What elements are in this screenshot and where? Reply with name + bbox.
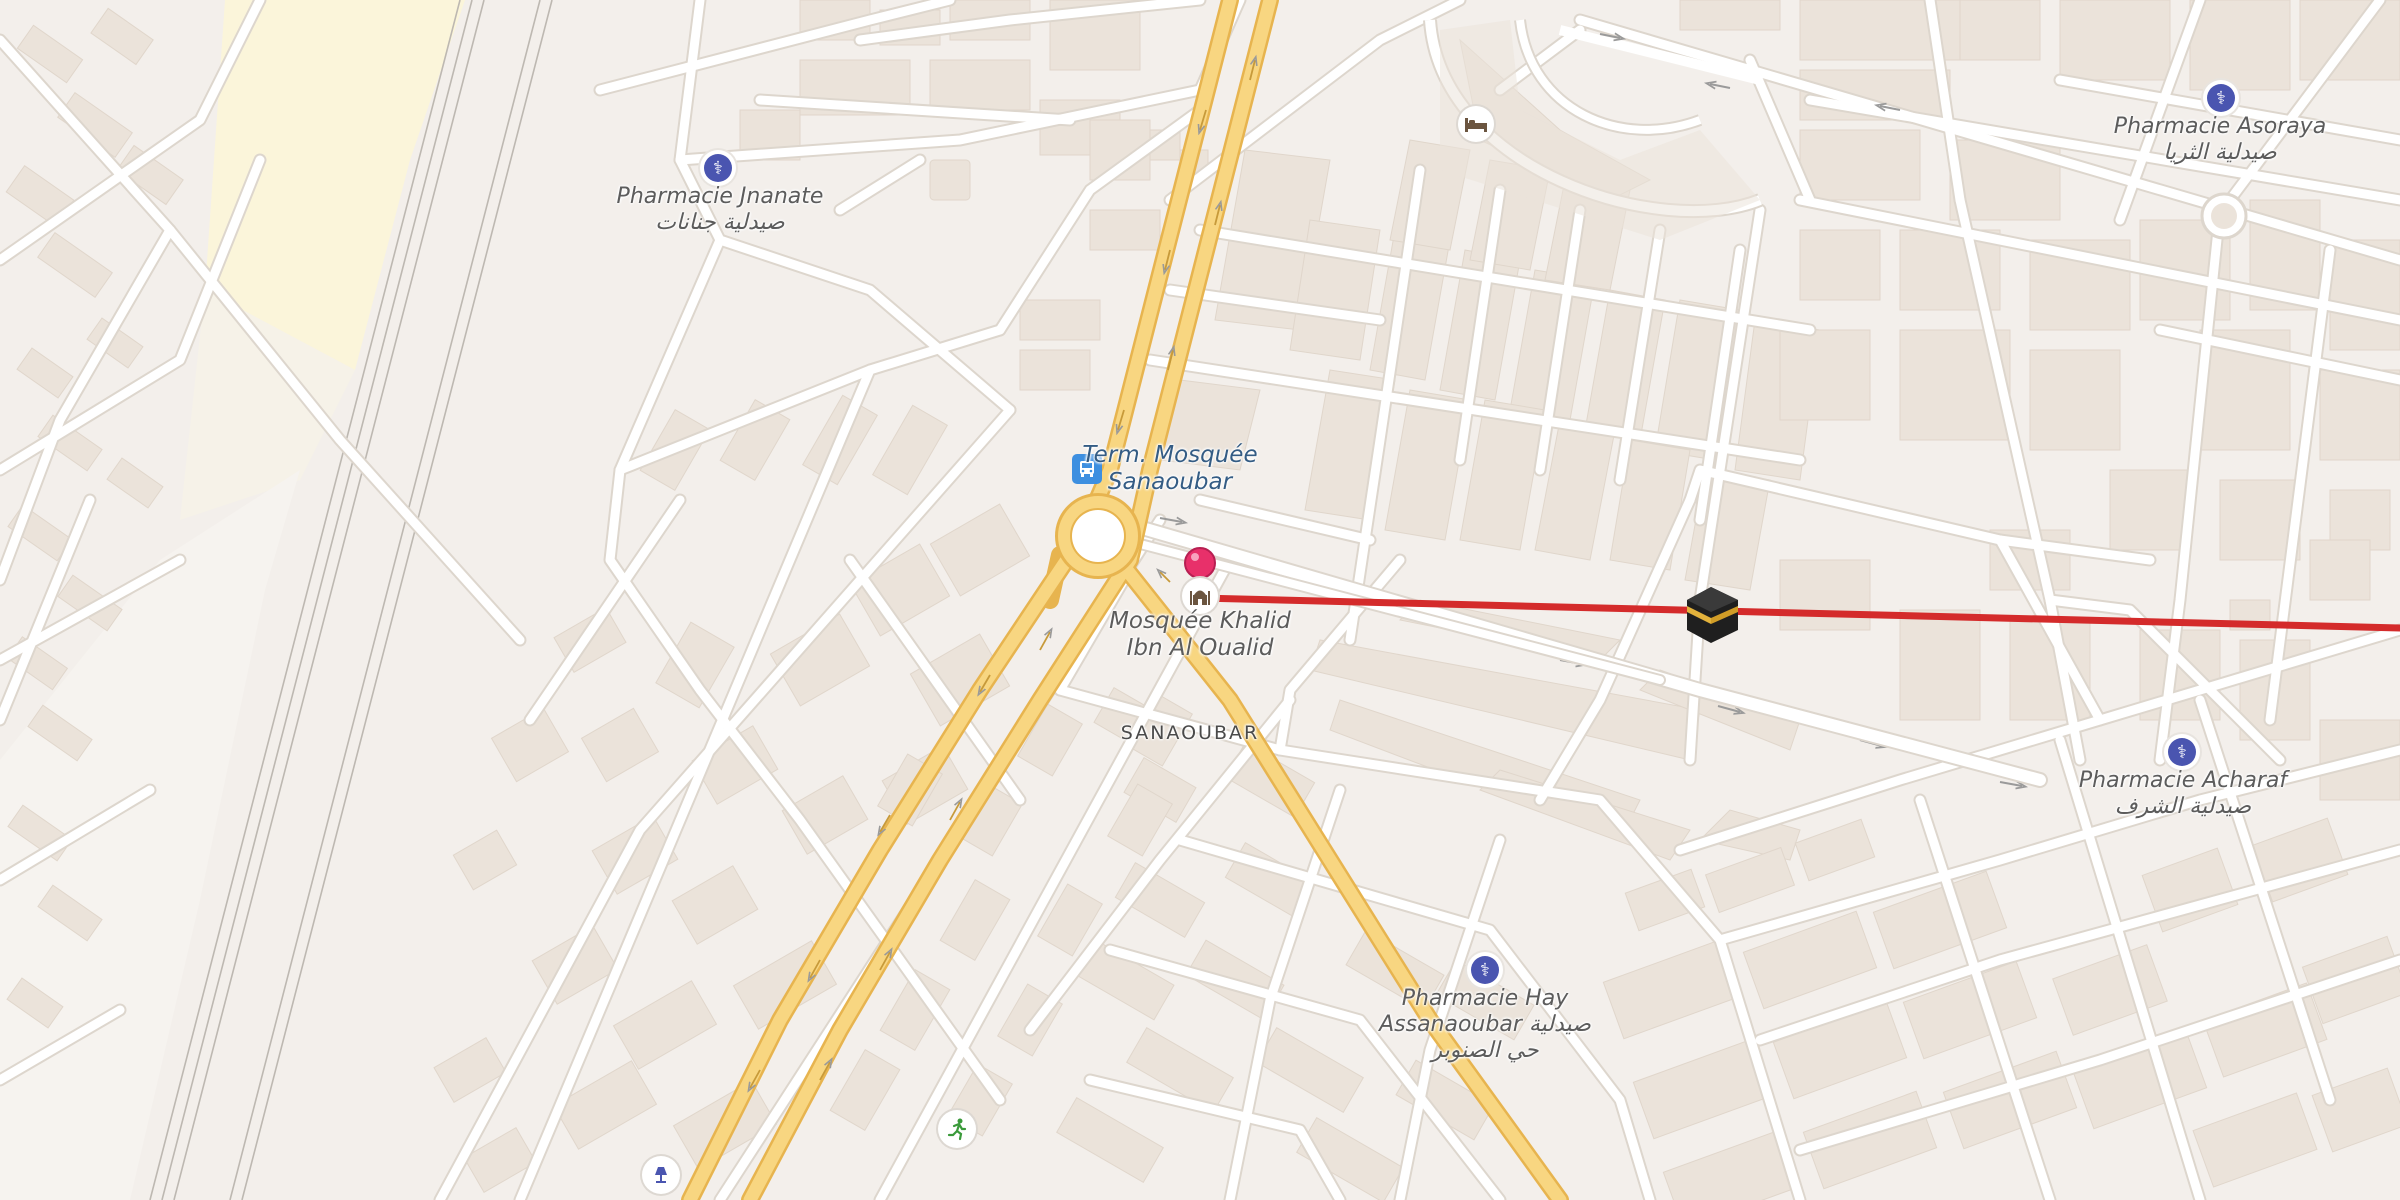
pharmacie-asoraya-label[interactable]: Pharmacie Asoraya صيدلية الثريا xyxy=(2075,114,2365,166)
pharmacie-hay-arabic: حي الصنوبر xyxy=(1431,1037,1539,1063)
pharmacie-asoraya-name: Pharmacie Asoraya xyxy=(2113,114,2327,139)
pharmacy-mortar-icon[interactable]: ⚕ xyxy=(2203,80,2239,116)
bus-stop-line2: Sanaoubar xyxy=(1107,469,1233,496)
pharmacie-hay-label[interactable]: Pharmacie Hay Assanaoubar صيدلية حي الصن… xyxy=(1340,986,1630,1064)
pharmacie-acharaf-arabic: صيدلية الشرف xyxy=(2114,793,2252,819)
neighbourhood-label: SANAOUBAR xyxy=(1120,722,1260,744)
pharmacie-hay-line2: Assanaoubar صيدلية xyxy=(1379,1011,1591,1037)
mosque-label[interactable]: Mosquée Khalid Ibn Al Oualid xyxy=(1065,608,1335,662)
lamp-icon[interactable] xyxy=(642,1156,680,1194)
bus-stop-label[interactable]: Term. Mosquée Sanaoubar xyxy=(1060,442,1280,496)
pharmacie-acharaf-name: Pharmacie Acharaf xyxy=(2078,768,2288,793)
mosque-line2: Ibn Al Oualid xyxy=(1126,635,1274,662)
pharmacie-jnanate-label[interactable]: Pharmacie Jnanate صيدلية جنانات xyxy=(575,184,865,236)
pharmacie-asoraya-arabic: صيدلية الثريا xyxy=(2163,139,2277,165)
bus-stop-line1: Term. Mosquée xyxy=(1082,442,1258,468)
mosque-line1: Mosquée Khalid xyxy=(1109,608,1291,634)
pharmacie-acharaf-label[interactable]: Pharmacie Acharaf صيدلية الشرف xyxy=(2038,768,2328,820)
pharmacy-mortar-icon[interactable]: ⚕ xyxy=(2164,734,2200,770)
bed-icon[interactable] xyxy=(1458,106,1494,142)
map-view[interactable]: ⚕ Pharmacie Jnanate صيدلية جنانات ⚕ Phar… xyxy=(0,0,2400,1200)
pharmacie-jnanate-arabic: صيدلية جنانات xyxy=(655,209,785,235)
pharmacie-hay-name: Pharmacie Hay xyxy=(1401,986,1569,1011)
running-person-icon[interactable] xyxy=(938,1110,976,1148)
pharmacy-mortar-icon[interactable]: ⚕ xyxy=(1467,952,1503,988)
pharmacie-jnanate-name: Pharmacie Jnanate xyxy=(616,184,824,209)
pharmacy-mortar-icon[interactable]: ⚕ xyxy=(700,150,736,186)
